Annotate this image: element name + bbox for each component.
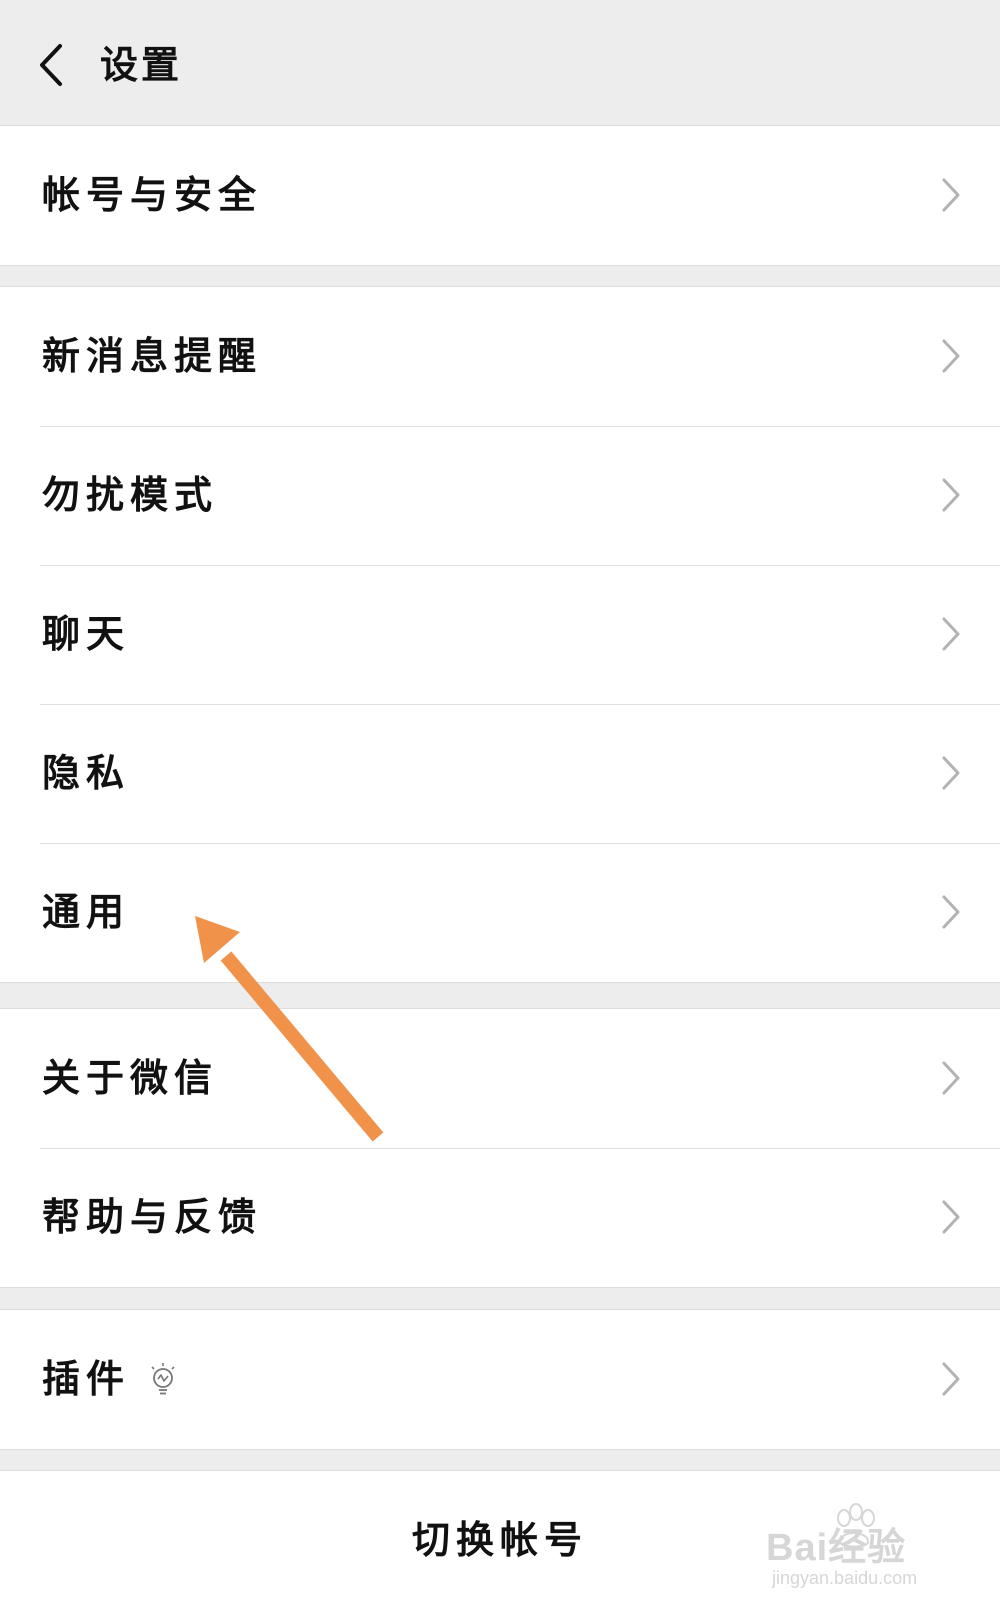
chevron-right-icon bbox=[942, 895, 960, 929]
chevron-right-icon bbox=[942, 1061, 960, 1095]
chevron-left-icon[interactable] bbox=[34, 42, 68, 88]
chevron-right-icon bbox=[942, 178, 960, 212]
chevron-right-icon bbox=[942, 339, 960, 373]
settings-item-label: 插件 bbox=[42, 1310, 178, 1449]
settings-item-account-security[interactable]: 帐号与安全 bbox=[0, 126, 1000, 265]
settings-item-about-wechat[interactable]: 关于微信 bbox=[0, 1009, 1000, 1148]
settings-item-label: 关于微信 bbox=[42, 1056, 219, 1100]
settings-group-plugins: 插件 bbox=[0, 1309, 1000, 1450]
settings-group-account: 帐号与安全 bbox=[0, 125, 1000, 266]
settings-item-privacy[interactable]: 隐私 bbox=[0, 704, 1000, 843]
settings-item-label: 聊天 bbox=[42, 612, 131, 656]
chevron-right-icon bbox=[942, 478, 960, 512]
settings-item-general[interactable]: 通用 bbox=[0, 843, 1000, 982]
lightbulb-icon bbox=[151, 1362, 175, 1394]
settings-item-label: 新消息提醒 bbox=[42, 334, 263, 378]
watermark-main-text: Bai经验 bbox=[766, 1527, 907, 1569]
settings-item-new-message-alerts[interactable]: 新消息提醒 bbox=[0, 287, 1000, 426]
settings-item-label: 勿扰模式 bbox=[42, 473, 219, 517]
settings-item-plugins[interactable]: 插件 bbox=[0, 1310, 1000, 1449]
settings-item-label: 隐私 bbox=[42, 751, 131, 795]
settings-item-label: 帐号与安全 bbox=[42, 173, 263, 217]
settings-item-chat[interactable]: 聊天 bbox=[0, 565, 1000, 704]
watermark-sub-text: jingyan.baidu.com bbox=[772, 1568, 918, 1588]
navigation-bar: 设置 bbox=[0, 0, 1000, 126]
chevron-right-icon bbox=[942, 617, 960, 651]
chevron-right-icon bbox=[942, 1200, 960, 1234]
page-title: 设置 bbox=[100, 43, 183, 87]
settings-item-help-feedback[interactable]: 帮助与反馈 bbox=[0, 1148, 1000, 1287]
settings-item-label: 帮助与反馈 bbox=[42, 1195, 263, 1239]
settings-group-about: 关于微信 帮助与反馈 bbox=[0, 1008, 1000, 1288]
chevron-right-icon bbox=[942, 756, 960, 790]
settings-group-general: 新消息提醒 勿扰模式 聊天 隐私 通用 bbox=[0, 286, 1000, 983]
settings-item-do-not-disturb[interactable]: 勿扰模式 bbox=[0, 426, 1000, 565]
settings-item-label: 通用 bbox=[42, 890, 131, 934]
plugins-label-text: 插件 bbox=[42, 1357, 131, 1401]
baidu-jingyan-watermark: Bai经验 jingyan.baidu.com bbox=[750, 1502, 950, 1592]
chevron-right-icon bbox=[942, 1362, 960, 1396]
